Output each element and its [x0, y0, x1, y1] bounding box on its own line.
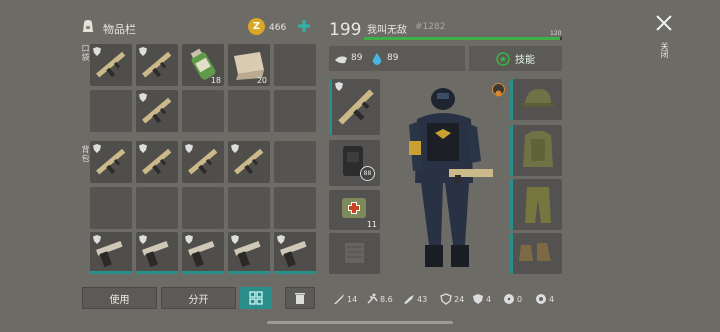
shield-icon	[139, 144, 147, 153]
shield-icon	[231, 144, 239, 153]
body-armor-slot[interactable]	[510, 125, 562, 176]
cap-icon	[521, 89, 555, 107]
shield-icon	[335, 82, 343, 91]
pocket-cell-9[interactable]	[228, 90, 270, 132]
player-name: 我叫无敌	[367, 25, 407, 36]
xp-bar	[364, 37, 562, 40]
shield-icon	[93, 47, 101, 56]
skills-label: 技能	[515, 55, 535, 66]
home-indicator[interactable]	[267, 321, 453, 324]
shield-icon	[139, 47, 147, 56]
trash-icon	[295, 293, 305, 304]
coin-count: 466	[269, 23, 287, 33]
running-icon	[367, 293, 378, 304]
water-icon	[371, 51, 383, 65]
backpack-cell-13[interactable]	[182, 232, 224, 274]
backpack-cell-14[interactable]	[228, 232, 270, 274]
shield-icon	[185, 144, 193, 153]
backpack-cell-9[interactable]	[228, 187, 270, 229]
close-icon	[656, 15, 672, 31]
grid-sort-button[interactable]	[240, 287, 272, 309]
backpack-cell-7[interactable]	[136, 187, 178, 229]
vest-slot[interactable]	[329, 233, 380, 274]
backpack-cell-4[interactable]	[228, 141, 270, 183]
pocket-cell-5[interactable]	[274, 44, 316, 86]
weapon-slot[interactable]	[329, 79, 380, 135]
pocket-cell-2[interactable]	[136, 44, 178, 86]
backpack-cell-12[interactable]	[136, 232, 178, 274]
player-id: #1282	[415, 22, 446, 32]
skills-button[interactable]: 技能	[469, 46, 562, 71]
pocket-cell-1[interactable]	[90, 44, 132, 86]
xp-bar-fill	[364, 37, 561, 40]
player-level: 199	[329, 20, 362, 40]
use-button[interactable]: 使用	[82, 287, 157, 309]
item-quantity: 20	[256, 76, 267, 85]
backpack-slot[interactable]: 88	[329, 140, 380, 186]
shield-icon	[277, 235, 285, 244]
shield-icon	[185, 235, 193, 244]
fist-icon	[404, 295, 414, 304]
biohazard-icon	[536, 294, 546, 304]
backpack-cell-6[interactable]	[90, 187, 132, 229]
food-icon	[334, 51, 348, 65]
armor-shield-icon	[440, 293, 452, 305]
stat-speed: 8.6	[366, 292, 393, 306]
pants-slot[interactable]	[510, 179, 562, 230]
pocket-cell-4[interactable]: 20	[228, 44, 270, 86]
pocket-cell-8[interactable]	[182, 90, 224, 132]
shield-icon	[231, 235, 239, 244]
star-badge-icon	[496, 51, 510, 66]
split-button[interactable]: 分开	[161, 287, 236, 309]
snowflake-shield-icon	[473, 294, 483, 304]
inventory-title: 物品栏	[103, 23, 136, 36]
knife-icon	[334, 294, 344, 304]
stat-radiation: 0	[503, 292, 522, 306]
backpack-cell-3[interactable]	[182, 141, 224, 183]
weight-indicator-icon	[492, 83, 505, 97]
pants-icon	[525, 187, 551, 223]
backpack-cell-8[interactable]	[182, 187, 224, 229]
stat-defense: 24	[440, 292, 464, 306]
backpack-cell-15[interactable]	[274, 232, 316, 274]
close-label: 关闭	[660, 42, 669, 58]
jacket-icon	[523, 131, 553, 167]
boots-slot[interactable]	[510, 233, 562, 274]
character-model	[409, 88, 493, 267]
radiation-icon	[504, 294, 514, 304]
trash-button[interactable]	[285, 287, 315, 309]
pocket-cell-6[interactable]	[90, 90, 132, 132]
stat-melee: 14	[333, 292, 357, 306]
close-button[interactable]	[655, 14, 673, 32]
helmet-slot[interactable]	[510, 79, 562, 120]
grid-icon	[249, 291, 263, 305]
pocket-cell-3[interactable]: 18	[182, 44, 224, 86]
shield-icon	[139, 93, 147, 102]
pocket-cell-7[interactable]	[136, 90, 178, 132]
backpack-cell-2[interactable]	[136, 141, 178, 183]
pocket-cell-10[interactable]	[274, 90, 316, 132]
boots-icon	[519, 243, 551, 261]
item-quantity: 18	[210, 76, 221, 85]
armor-badge: 88	[360, 166, 375, 181]
backpack-icon	[80, 18, 96, 34]
shield-icon	[139, 235, 147, 244]
backpack-cell-10[interactable]	[274, 187, 316, 229]
xp-max: 120	[550, 30, 562, 37]
coin-icon: Z	[248, 18, 265, 35]
vest-placeholder-icon	[345, 243, 364, 263]
stat-cold: 4	[472, 292, 491, 306]
add-coins-button[interactable]	[296, 18, 312, 34]
medkit-slot[interactable]: 11	[329, 190, 380, 230]
medkit-quantity: 11	[366, 220, 377, 229]
food-value: 89	[351, 53, 363, 63]
backpack-cell-11[interactable]	[90, 232, 132, 274]
backpack-cell-1[interactable]	[90, 141, 132, 183]
shield-icon	[93, 144, 101, 153]
stat-attack: 43	[403, 292, 427, 306]
stat-bio: 4	[535, 292, 554, 306]
water-value: 89	[387, 53, 399, 63]
shield-icon	[93, 235, 101, 244]
backpack-cell-5[interactable]	[274, 141, 316, 183]
